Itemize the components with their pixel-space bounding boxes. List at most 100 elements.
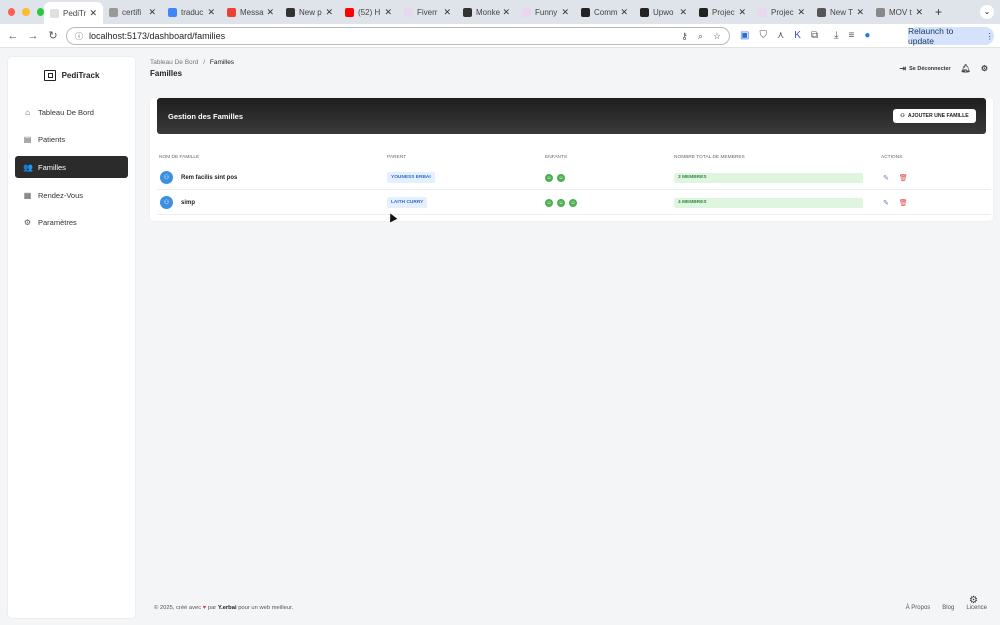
tab-title: Projec xyxy=(771,7,794,17)
footer-link-about[interactable]: À Propos xyxy=(906,605,931,611)
sidebar-item-label: Patients xyxy=(38,135,66,145)
tab-favicon-icon xyxy=(109,7,118,17)
browser-tab[interactable]: Projec ✕ xyxy=(693,2,752,22)
author-link[interactable]: Y.erbai xyxy=(218,605,237,611)
sidebar-nav: ⌂ Tableau De Bord ▤ Patients 👥 Familles ▦ Rende… xyxy=(8,101,135,234)
tab-favicon-icon xyxy=(699,7,708,17)
browser-tab[interactable]: MOV t ✕ xyxy=(870,2,929,22)
back-icon[interactable]: ← xyxy=(3,30,23,42)
tab-close-icon[interactable]: ✕ xyxy=(443,7,451,18)
edit-icon[interactable]: ✎ xyxy=(883,174,889,182)
footer-link-blog[interactable]: Blog xyxy=(942,605,954,611)
address-bar[interactable]: ⓘ localhost:5173/dashboard/families ⚷ ⌕ … xyxy=(66,27,730,45)
extension-translate-icon[interactable]: ▣ xyxy=(740,30,749,41)
extensions-area: ▣ ⛉ ⋏ K ⧉ ⤓ ≡ ● xyxy=(740,30,870,41)
heart-icon: ♥ xyxy=(202,605,207,611)
add-user-icon: ⚇ xyxy=(900,113,905,119)
family-avatar-icon: ⚇ xyxy=(160,171,173,184)
browser-tab[interactable]: New p ✕ xyxy=(280,2,339,22)
col-children: ENFANTS xyxy=(545,155,568,160)
tab-favicon-icon xyxy=(227,7,236,17)
extensions-puzzle-icon[interactable]: ⧉ xyxy=(811,30,818,41)
tab-favicon-icon xyxy=(876,7,885,17)
browser-tab[interactable]: Comm ✕ xyxy=(575,2,634,22)
sidebar-item-rendez-vous[interactable]: ▦ Rendez-Vous xyxy=(15,184,128,206)
tab-close-icon[interactable]: ✕ xyxy=(207,7,215,18)
bell-icon[interactable]: 🔔︎ xyxy=(961,64,971,73)
site-info-icon[interactable]: ⓘ xyxy=(75,31,83,42)
relaunch-update-button[interactable]: Relaunch to update ⋮ xyxy=(908,26,995,46)
forward-icon[interactable]: → xyxy=(23,30,43,42)
profile-avatar-icon[interactable]: ● xyxy=(864,30,870,41)
tab-title: MOV t xyxy=(889,7,912,17)
browser-tab[interactable]: Projec ✕ xyxy=(752,2,811,22)
browser-tab[interactable]: traduc ✕ xyxy=(162,2,221,22)
browser-tab[interactable]: New T ✕ xyxy=(811,2,870,22)
logout-button[interactable]: ⇥ Se Déconnecter xyxy=(899,64,950,73)
maximize-window-button[interactable] xyxy=(36,8,44,16)
browser-tab[interactable]: Funny ✕ xyxy=(516,2,575,22)
minimize-window-button[interactable] xyxy=(22,8,30,16)
child-avatar-icon[interactable]: ☺ xyxy=(557,198,565,207)
extension-icon[interactable]: ⋏ xyxy=(777,30,784,41)
close-window-button[interactable] xyxy=(8,8,16,16)
browser-tab[interactable]: Monke ✕ xyxy=(457,2,516,22)
reload-icon[interactable]: ↻ xyxy=(43,29,63,42)
tab-favicon-icon xyxy=(286,7,295,17)
browser-tab[interactable]: certifi ✕ xyxy=(103,2,162,22)
col-actions: ACTIONS xyxy=(881,155,903,160)
sidebar-item-param-tres[interactable]: ⚙ Paramètres xyxy=(15,212,128,234)
sidebar-item-tableau-de-bord[interactable]: ⌂ Tableau De Bord xyxy=(15,101,128,123)
tab-close-icon[interactable]: ✕ xyxy=(384,7,392,18)
extension-k-icon[interactable]: K xyxy=(794,30,801,41)
browser-tab-bar: PediTr ✕ certifi ✕ traduc ✕ Messa ✕ New p ✕ (52) H… xyxy=(0,0,1000,24)
child-avatar-icon[interactable]: ☺ xyxy=(557,173,565,182)
child-avatar-icon[interactable]: ☺ xyxy=(545,173,553,182)
edit-icon[interactable]: ✎ xyxy=(883,199,889,207)
bookmark-star-icon[interactable]: ☆ xyxy=(713,31,721,42)
parent-chip[interactable]: LAITH CURRY xyxy=(387,197,428,208)
downloads-icon[interactable]: ⤓ xyxy=(834,30,838,41)
floating-settings-gear-icon[interactable]: ⚙ xyxy=(969,595,978,606)
browser-tab[interactable]: Messa ✕ xyxy=(221,2,280,22)
add-family-button[interactable]: ⚇ AJOUTER UNE FAMILLE xyxy=(893,109,976,123)
parent-chip[interactable]: YOUNESS ERBAI xyxy=(387,172,435,183)
tab-close-icon[interactable]: ✕ xyxy=(797,7,805,18)
browser-tab[interactable]: (52) H ✕ xyxy=(339,2,398,22)
child-avatar-icon[interactable]: ☺ xyxy=(545,198,553,207)
tab-close-icon[interactable]: ✕ xyxy=(561,7,569,18)
tab-title: New T xyxy=(830,7,853,17)
tab-close-icon[interactable]: ✕ xyxy=(89,8,97,19)
sidebar-item-patients[interactable]: ▤ Patients xyxy=(15,129,128,151)
tab-close-icon[interactable]: ✕ xyxy=(915,7,923,18)
tab-search-icon[interactable]: ⌄ xyxy=(980,5,994,19)
tab-close-icon[interactable]: ✕ xyxy=(620,7,628,18)
tab-close-icon[interactable]: ✕ xyxy=(502,7,510,18)
tab-close-icon[interactable]: ✕ xyxy=(325,7,333,18)
settings-gear-icon[interactable]: ⚙ xyxy=(981,64,988,73)
browser-tab[interactable]: Fiverr ✕ xyxy=(398,2,457,22)
sidebar-item-familles[interactable]: 👥 Familles xyxy=(15,156,128,179)
tab-close-icon[interactable]: ✕ xyxy=(738,7,746,18)
more-menu-icon[interactable]: ⋮ xyxy=(986,31,995,42)
breadcrumb-root[interactable]: Tableau De Bord xyxy=(150,59,198,66)
calendar-icon: ▦ xyxy=(23,190,32,200)
child-avatar-icon[interactable]: ☺ xyxy=(569,198,577,207)
logout-icon: ⇥ xyxy=(899,64,907,73)
password-key-icon[interactable]: ⚷ xyxy=(681,31,688,42)
media-icon[interactable]: ≡ xyxy=(849,30,855,41)
tab-favicon-icon xyxy=(50,8,59,18)
browser-tab[interactable]: Upwo ✕ xyxy=(634,2,693,22)
new-tab-button[interactable]: + xyxy=(929,5,942,19)
tab-close-icon[interactable]: ✕ xyxy=(148,7,156,18)
brand[interactable]: PediTrack xyxy=(8,68,135,82)
zoom-icon[interactable]: ⌕ xyxy=(698,31,703,42)
peditrack-logo-icon xyxy=(43,69,56,81)
tab-close-icon[interactable]: ✕ xyxy=(266,7,274,18)
extension-shield-icon[interactable]: ⛉ xyxy=(759,30,767,41)
browser-tab[interactable]: PediTr ✕ xyxy=(44,2,103,24)
tab-close-icon[interactable]: ✕ xyxy=(856,7,864,18)
delete-icon[interactable]: 🗑︎ xyxy=(899,199,908,207)
delete-icon[interactable]: 🗑︎ xyxy=(899,174,908,182)
tab-close-icon[interactable]: ✕ xyxy=(679,7,687,18)
